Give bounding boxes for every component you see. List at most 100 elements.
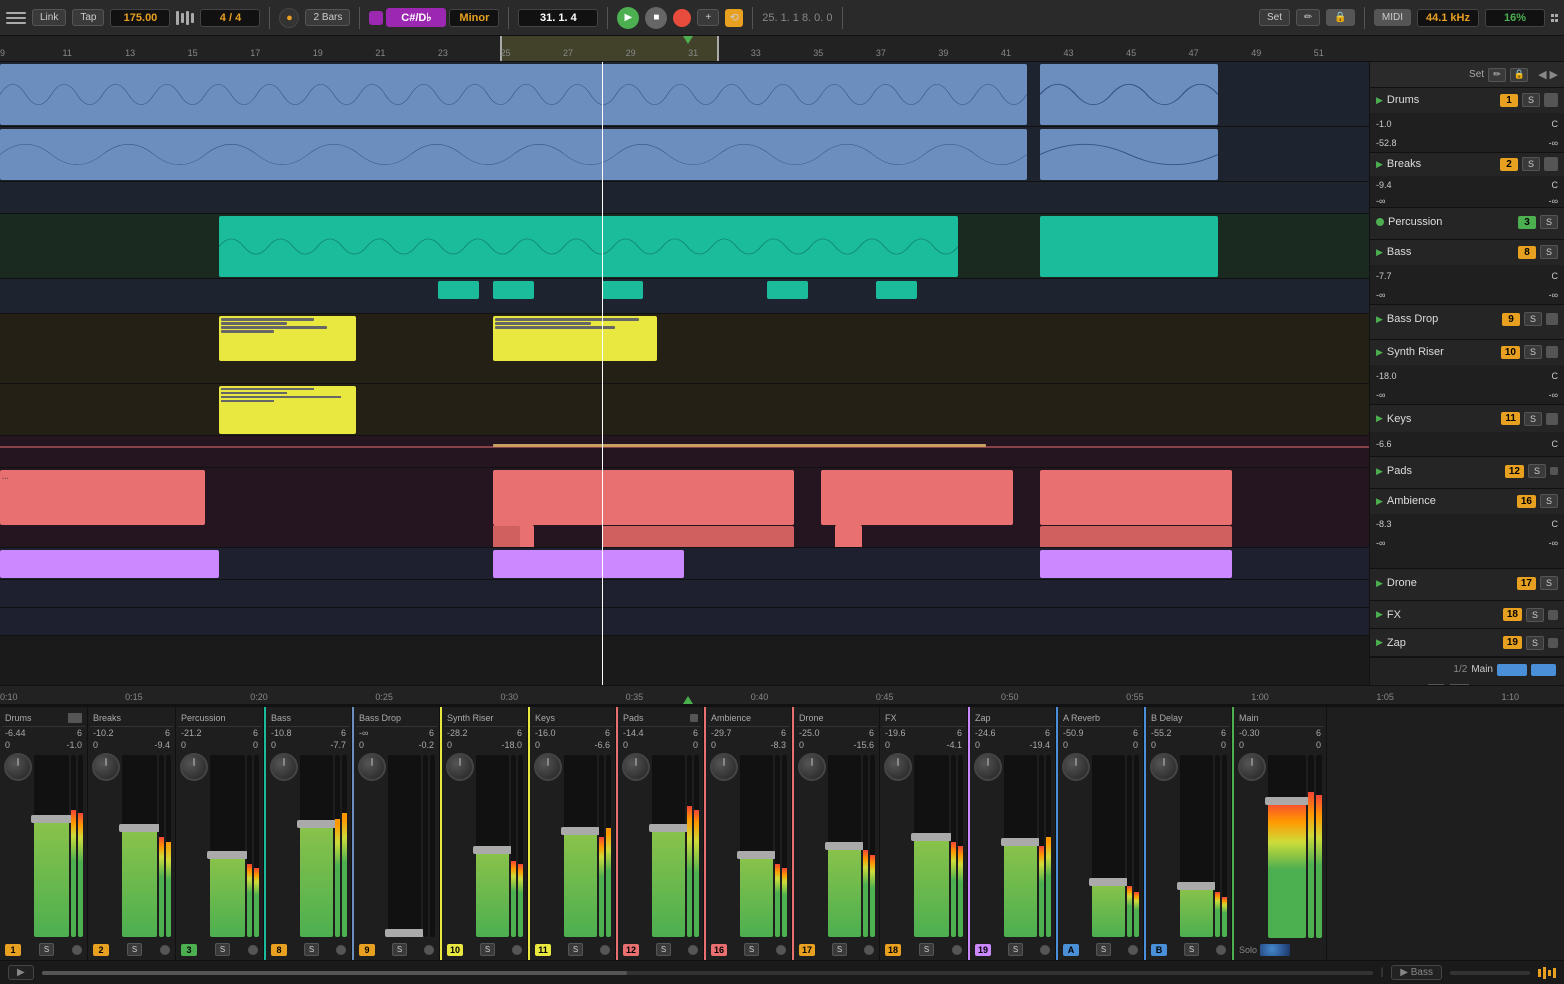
solo-fx[interactable]: S: [1526, 608, 1544, 622]
del-fader-track[interactable]: [1180, 755, 1213, 937]
clip-ambience-7[interactable]: [1040, 470, 1232, 525]
mixer-arm-keys[interactable]: [600, 945, 610, 955]
mixer-arm-bass[interactable]: [336, 945, 346, 955]
del-pan-knob[interactable]: [1150, 753, 1178, 781]
solo-breaks[interactable]: S: [1522, 157, 1540, 171]
clip-synth-2[interactable]: [493, 316, 657, 361]
mixer-solo-amb[interactable]: S: [744, 943, 759, 956]
synth-pan-knob[interactable]: [446, 753, 474, 781]
arm-fx[interactable]: [1548, 610, 1558, 620]
track-play-synth[interactable]: ▶: [1376, 347, 1383, 358]
mixer-solo-rev[interactable]: S: [1096, 943, 1111, 956]
clip-bassdrop-1[interactable]: [438, 281, 479, 299]
clip-breaks-1[interactable]: [0, 129, 1027, 180]
arm-pads[interactable]: [1550, 467, 1558, 475]
set-button[interactable]: Set: [1259, 9, 1290, 26]
synth-fader-track[interactable]: [476, 755, 509, 937]
clip-drone-3[interactable]: [1040, 550, 1232, 578]
bass-pan-knob[interactable]: [270, 753, 298, 781]
bpm-display[interactable]: 175.00: [110, 9, 170, 27]
pencil-button[interactable]: ✏: [1296, 9, 1320, 26]
mixer-solo-keys[interactable]: S: [568, 943, 583, 956]
bd-pan-knob[interactable]: [358, 753, 386, 781]
mixer-arm-rev[interactable]: [1128, 945, 1138, 955]
mixer-solo-drone[interactable]: S: [832, 943, 847, 956]
solo-bass-drop[interactable]: S: [1524, 312, 1542, 326]
mixer-solo-drums[interactable]: S: [39, 943, 54, 956]
main-fader-track[interactable]: [1268, 755, 1306, 938]
mixer-arm-zap[interactable]: [1040, 945, 1050, 955]
app-menu-icon[interactable]: [6, 8, 26, 28]
header-edit-btn[interactable]: ✏: [1488, 68, 1506, 82]
clip-bassdrop-5[interactable]: [876, 281, 917, 299]
mixer-arm-percussion[interactable]: [248, 945, 258, 955]
rev-pan-knob[interactable]: [1062, 753, 1090, 781]
clip-ambience-5[interactable]: [821, 470, 1013, 525]
arm-synth[interactable]: [1546, 346, 1558, 358]
clip-bassdrop-2[interactable]: [493, 281, 534, 299]
fx-fader-track[interactable]: [914, 755, 949, 937]
clip-ambience-8[interactable]: [493, 526, 520, 548]
scroll-left-icon[interactable]: ◀: [1538, 68, 1546, 81]
clip-bassdrop-3[interactable]: [602, 281, 643, 299]
zap-fader-track[interactable]: [1004, 755, 1037, 937]
scroll-right-icon[interactable]: ▶: [1550, 68, 1558, 81]
clip-drone-1[interactable]: [0, 550, 219, 578]
zap-pan-knob[interactable]: [974, 753, 1002, 781]
breaks-fader-track[interactable]: [122, 755, 157, 937]
grid-expand-icon[interactable]: [1551, 14, 1558, 22]
solo-drone[interactable]: S: [1540, 576, 1558, 590]
mixer-arm-breaks[interactable]: [160, 945, 170, 955]
solo-keys[interactable]: S: [1524, 412, 1542, 426]
header-lock-btn[interactable]: 🔒: [1510, 68, 1528, 82]
pads-pan-knob[interactable]: [622, 753, 650, 781]
arm-zap[interactable]: [1548, 638, 1558, 648]
play-button[interactable]: ▶: [617, 7, 639, 29]
clip-ambience-1[interactable]: ...: [0, 470, 205, 525]
play-bottom-btn[interactable]: ▶: [8, 965, 34, 980]
timeline-ruler[interactable]: 9 11 13 15 17 19 21 23 25 27 29 31 33 35…: [0, 36, 1564, 62]
clip-synth-1[interactable]: [219, 316, 356, 361]
rev-fader-track[interactable]: [1092, 755, 1125, 937]
track-play-bass[interactable]: ▶: [1376, 247, 1383, 258]
mixer-solo-zap[interactable]: S: [1008, 943, 1023, 956]
mixer-arm-pads[interactable]: [688, 945, 698, 955]
drums-pan-knob[interactable]: [4, 753, 32, 781]
fx-pan-knob[interactable]: [884, 753, 912, 781]
arm-keys[interactable]: [1546, 413, 1558, 425]
mixer-mute-drums[interactable]: [68, 713, 82, 723]
clip-ambience-6[interactable]: [835, 525, 862, 548]
mixer-arm-bd[interactable]: [424, 945, 434, 955]
arm-bass-drop[interactable]: [1546, 313, 1558, 325]
track-play-zap[interactable]: ▶: [1376, 637, 1383, 648]
solo-bass[interactable]: S: [1540, 245, 1558, 259]
clip-bass-2[interactable]: [1040, 216, 1218, 277]
position-display[interactable]: 31. 1. 4: [518, 9, 598, 27]
clip-bass-1[interactable]: [219, 216, 958, 277]
add-button[interactable]: +: [697, 9, 719, 26]
amb-pan-knob[interactable]: [710, 753, 738, 781]
solo-pads[interactable]: S: [1528, 464, 1546, 478]
key-display[interactable]: C#/D♭: [386, 8, 446, 27]
mixer-solo-fx[interactable]: S: [919, 943, 934, 956]
mixer-solo-bd[interactable]: S: [392, 943, 407, 956]
bass-fader-track[interactable]: [300, 755, 333, 937]
clip-drums-1[interactable]: [0, 64, 1027, 125]
mixer-arm-del[interactable]: [1216, 945, 1226, 955]
clip-ambience-10[interactable]: [1040, 526, 1232, 548]
lock-button[interactable]: 🔒: [1326, 9, 1354, 26]
tap-button[interactable]: Tap: [72, 9, 104, 26]
arm-drums[interactable]: [1544, 93, 1558, 107]
mixer-arm-synth[interactable]: [512, 945, 522, 955]
mixer-solo-pads[interactable]: S: [656, 943, 671, 956]
track-play-fx[interactable]: ▶: [1376, 609, 1383, 620]
key-mode-button[interactable]: MIDI: [1374, 9, 1411, 26]
track-play-bass-drop[interactable]: ▶: [1376, 314, 1383, 325]
track-play-pads[interactable]: ▶: [1376, 466, 1383, 477]
keys-fader-track[interactable]: [564, 755, 597, 937]
main-eq-knob[interactable]: [1260, 944, 1290, 956]
clip-keys-1[interactable]: [219, 386, 356, 434]
clip-drums-2[interactable]: [1040, 64, 1218, 125]
stop-button[interactable]: ■: [645, 7, 667, 29]
link-button[interactable]: Link: [32, 9, 66, 26]
